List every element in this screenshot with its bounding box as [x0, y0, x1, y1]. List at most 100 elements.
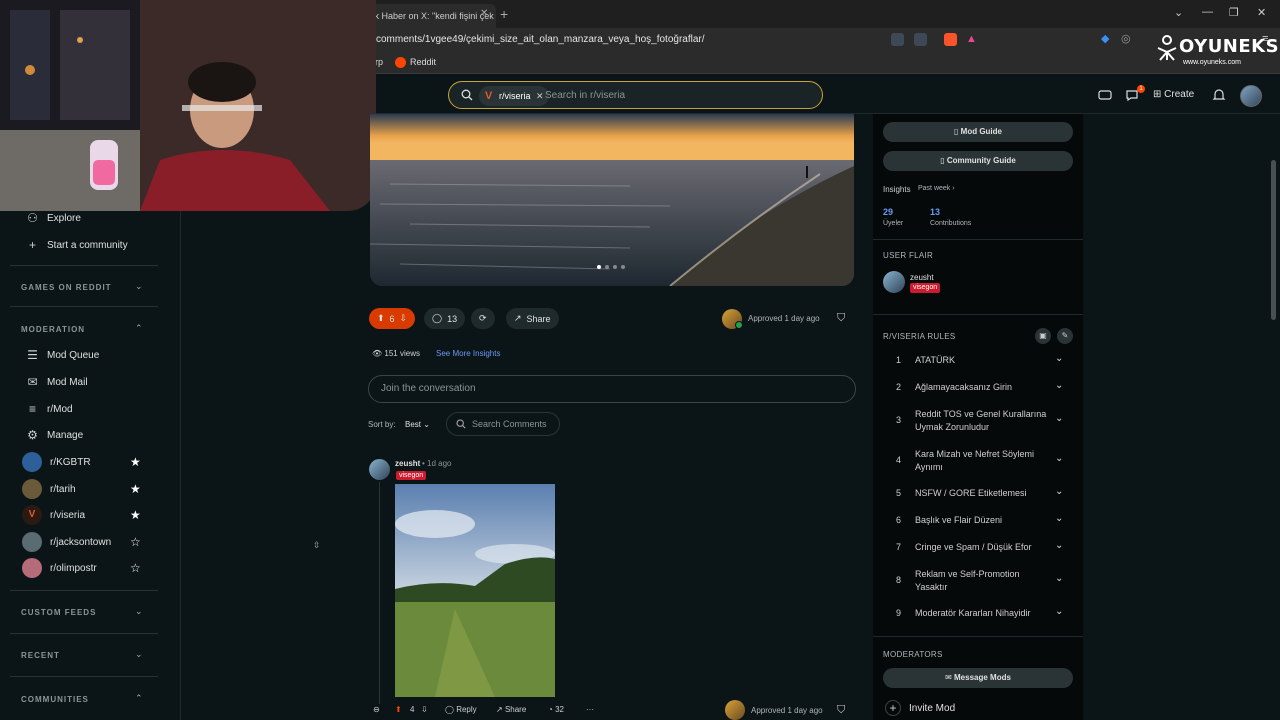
chip-remove-icon[interactable]: ✕: [536, 86, 544, 106]
brave-shield-icon[interactable]: [944, 33, 957, 46]
downvote-icon[interactable]: ⇩: [400, 313, 408, 324]
close-window-icon[interactable]: ✕: [1257, 6, 1266, 19]
minimize-icon[interactable]: —: [1202, 6, 1213, 18]
comments-button[interactable]: ◯ 13: [424, 308, 466, 329]
mod-shield-icon[interactable]: ⛉: [837, 312, 845, 325]
search-comments-input[interactable]: Search Comments: [446, 412, 560, 436]
award-button[interactable]: ◔ 32: [548, 705, 564, 714]
carousel-dot[interactable]: [605, 265, 609, 269]
chevron-up-icon[interactable]: ⌃: [135, 693, 143, 704]
sidebar-item-mod-mail[interactable]: ✉ Mod Mail: [26, 376, 87, 389]
invite-mod-button[interactable]: + Invite Mod: [885, 700, 955, 716]
section-custom-feeds[interactable]: CUSTOM FEEDS: [21, 608, 96, 617]
carousel-dots[interactable]: [597, 265, 625, 269]
create-button[interactable]: ⊞ Create: [1153, 89, 1194, 100]
star-outline-icon[interactable]: ☆: [130, 561, 141, 575]
section-communities[interactable]: COMMUNITIES: [21, 695, 89, 704]
new-tab-icon[interactable]: +: [500, 6, 508, 22]
reply-button[interactable]: ◯ Reply: [445, 705, 477, 714]
translate-icon[interactable]: [891, 33, 904, 46]
section-games[interactable]: GAMES ON REDDIT: [21, 283, 112, 292]
chevron-down-icon[interactable]: ⌄: [1055, 413, 1063, 424]
sidebar-item-olimpostr[interactable]: r/olimpostr: [22, 558, 97, 578]
mod-guide-button[interactable]: ▯ Mod Guide: [883, 122, 1073, 142]
comment-avatar[interactable]: [369, 459, 390, 480]
chevron-down-icon[interactable]: ⌄: [135, 649, 143, 660]
chevron-down-icon[interactable]: ⌄: [135, 606, 143, 617]
rule-text[interactable]: Reddit TOS ve Genel Kurallarına Uymak Zo…: [915, 408, 1051, 434]
section-moderation[interactable]: MODERATION: [21, 325, 85, 334]
rule-text[interactable]: Reklam ve Self-Promotion Yasaktır: [915, 568, 1051, 594]
post-image[interactable]: [370, 114, 854, 286]
browser-tab[interactable]: mak Haber on X: "kendi fişini çek: [356, 4, 496, 28]
comment-thread-line[interactable]: [379, 482, 380, 704]
chevron-down-icon[interactable]: ⌄: [1055, 540, 1063, 551]
message-mods-button[interactable]: ✉ Message Mods: [883, 668, 1073, 688]
chevron-down-icon[interactable]: ⌄: [1055, 486, 1063, 497]
chevron-down-icon[interactable]: ⌄: [1055, 513, 1063, 524]
mod-shield-icon[interactable]: ⛉: [837, 704, 845, 717]
rule-text[interactable]: Cringe ve Spam / Düşük Efor: [915, 541, 1051, 554]
sidebar-item-jacksontown[interactable]: r/jacksontown: [22, 532, 111, 552]
sort-dropdown[interactable]: Best ⌄: [405, 420, 430, 429]
sidebar-item-tarih[interactable]: r/tarih: [22, 479, 76, 499]
star-filled-icon[interactable]: ★: [130, 455, 141, 469]
rule-text[interactable]: ATATÜRK: [915, 354, 1051, 367]
brave-rewards-icon[interactable]: ▲: [966, 33, 979, 46]
bookmark-reddit[interactable]: Reddit: [410, 57, 436, 67]
carousel-dot[interactable]: [621, 265, 625, 269]
insights-period-dropdown[interactable]: Past week ›: [918, 185, 955, 192]
comment-image[interactable]: [395, 484, 555, 697]
vote-control[interactable]: ⬆ 6 ⇩: [369, 308, 416, 329]
community-chip[interactable]: V r/viseria ✕: [479, 86, 549, 106]
sidebar-item-start-community[interactable]: + Start a community: [26, 239, 128, 252]
url-text[interactable]: comments/1vgee49/çekimi_size_ait_olan_ma…: [376, 34, 705, 45]
tab-list-icon[interactable]: ⌄: [1174, 6, 1183, 19]
chevron-down-icon[interactable]: ⌄: [1055, 353, 1063, 364]
notifications-bell-icon[interactable]: [1212, 88, 1226, 102]
rule-text[interactable]: Moderatör Kararları Nihayidir: [915, 607, 1051, 620]
chevron-down-icon[interactable]: ⌄: [1055, 606, 1063, 617]
sidebar-item-kgbtr[interactable]: r/KGBTR: [22, 452, 91, 472]
sidebar-item-explore[interactable]: ⚇ Explore: [26, 212, 81, 225]
maximize-icon[interactable]: ❐: [1229, 6, 1239, 19]
community-guide-button[interactable]: ▯ Community Guide: [883, 151, 1073, 171]
bookmark-item[interactable]: rp: [375, 57, 383, 67]
more-options-icon[interactable]: ···: [586, 705, 594, 714]
star-filled-icon[interactable]: ★: [130, 482, 141, 496]
user-avatar[interactable]: [1240, 85, 1262, 107]
rule-text[interactable]: NSFW / GORE Etiketlemesi: [915, 487, 1051, 500]
edit-pencil-icon[interactable]: ✎: [1057, 328, 1073, 344]
comment-username[interactable]: zeusht: [395, 459, 420, 468]
copy-icon[interactable]: ▣: [1035, 328, 1051, 344]
sidebar-item-mod-queue[interactable]: ☰ Mod Queue: [26, 349, 99, 362]
rule-text[interactable]: Ağlamayacaksanız Girin: [915, 381, 1051, 394]
upvote-icon[interactable]: ⬆: [377, 313, 385, 324]
comment-upvote-icon[interactable]: ⬆: [395, 705, 402, 714]
chevron-up-icon[interactable]: ⌃: [135, 323, 143, 334]
wallet-icon[interactable]: ◆: [1101, 33, 1114, 46]
sidebar-item-manage[interactable]: ⚙ Manage: [26, 429, 83, 442]
collapse-comment-icon[interactable]: ⊖: [373, 705, 380, 714]
join-conversation-input[interactable]: Join the conversation: [368, 375, 856, 403]
page-scrollbar[interactable]: [1271, 160, 1276, 320]
star-outline-icon[interactable]: ☆: [130, 535, 141, 549]
carousel-dot[interactable]: [597, 265, 601, 269]
comment-share-button[interactable]: ↗ Share: [496, 705, 526, 714]
comment-downvote-icon[interactable]: ⇩: [421, 705, 428, 714]
search-bar[interactable]: V r/viseria ✕ Search in r/viseria: [448, 81, 823, 109]
rule-text[interactable]: Kara Mizah ve Nefret Söylemi Aynımı: [915, 448, 1051, 474]
share-page-icon[interactable]: [914, 33, 927, 46]
star-filled-icon[interactable]: ★: [130, 508, 141, 522]
flair-tag[interactable]: visegon: [910, 283, 941, 293]
crosspost-button[interactable]: ⟳: [471, 308, 495, 329]
chevron-down-icon[interactable]: ⌄: [1055, 453, 1063, 464]
tab-close-icon[interactable]: ✕: [480, 8, 488, 19]
ads-icon[interactable]: [1098, 88, 1112, 102]
rule-text[interactable]: Başlık ve Flair Düzeni: [915, 514, 1051, 527]
see-more-insights-link[interactable]: See More Insights: [436, 349, 500, 358]
section-recent[interactable]: RECENT: [21, 651, 60, 660]
chevron-down-icon[interactable]: ⌄: [1055, 573, 1063, 584]
sidebar-item-rmod[interactable]: ≡ r/Mod: [26, 403, 73, 416]
chevron-down-icon[interactable]: ⌄: [135, 281, 143, 292]
